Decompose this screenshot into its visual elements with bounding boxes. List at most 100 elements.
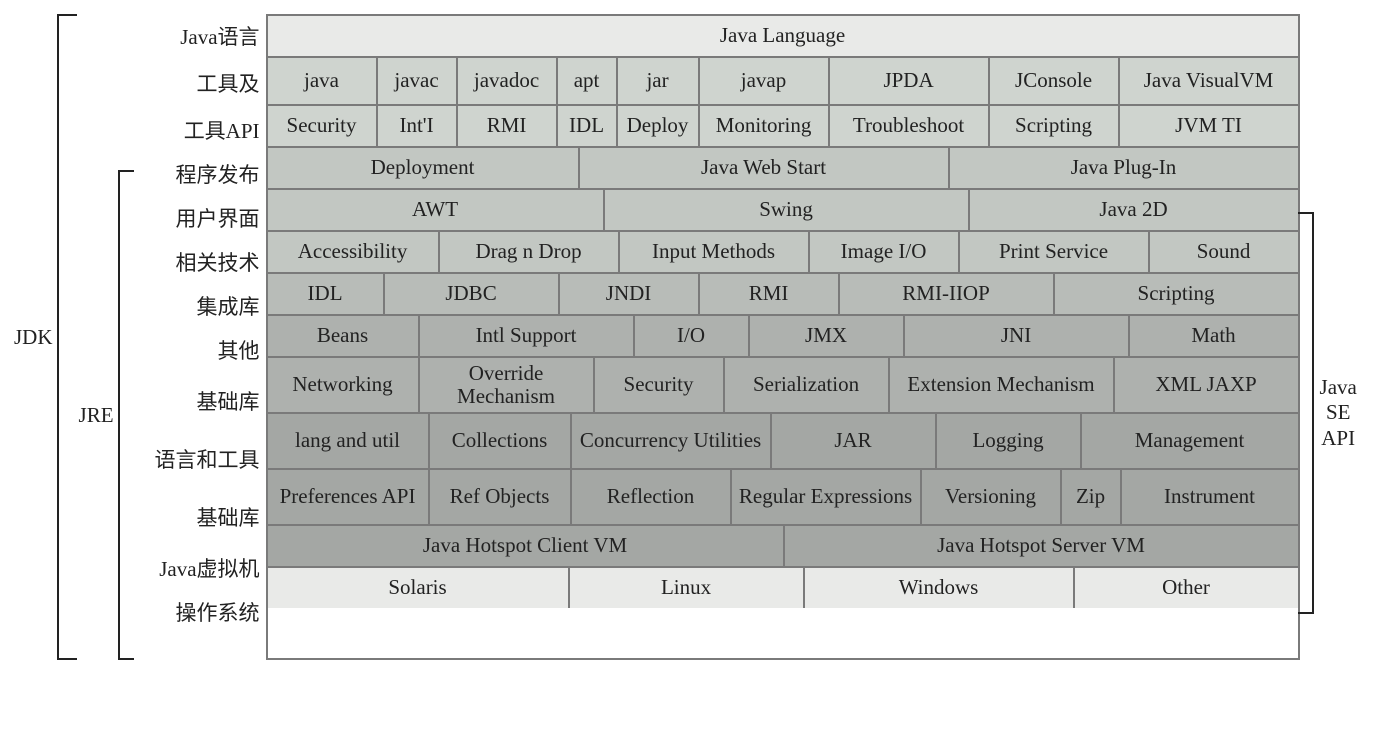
cell: Java Web Start [578, 148, 948, 188]
cell: Accessibility [268, 232, 438, 272]
cell: JConsole [988, 58, 1118, 104]
row-langtool: lang and util Collections Concurrency Ut… [268, 412, 1298, 468]
cell: IDL [556, 106, 616, 146]
cell: lang and util [268, 414, 428, 468]
diagram-grid: Java Language java javac javadoc apt jar… [266, 14, 1300, 660]
cell: Security [593, 358, 723, 412]
cell: Regular Expressions [730, 470, 920, 524]
cell: JMX [748, 316, 903, 356]
row-label-os: 操作系统 [134, 590, 260, 634]
cell: Java Plug-In [948, 148, 1298, 188]
row-label-langtool: 语言和工具 [134, 430, 260, 488]
cell: javadoc [456, 58, 556, 104]
cell: Java Hotspot Client VM [268, 526, 783, 566]
cell: JAR [770, 414, 935, 468]
row-os: Solaris Linux Windows Other [268, 566, 1298, 608]
cell: RMI-IIOP [838, 274, 1053, 314]
cell: Solaris [268, 568, 568, 608]
row-label-other: 其他 [134, 328, 260, 372]
cell: Print Service [958, 232, 1148, 272]
row-label-tools: 工具及 [134, 58, 260, 108]
row-labels-column: Java语言 工具及 工具API 程序发布 用户界面 相关技术 集成库 其他 基… [134, 14, 266, 660]
cell: JNDI [558, 274, 698, 314]
row-jvm: Java Hotspot Client VM Java Hotspot Serv… [268, 524, 1298, 566]
cell: java [268, 58, 376, 104]
cell: JPDA [828, 58, 988, 104]
cell: Java VisualVM [1118, 58, 1298, 104]
cell: Drag n Drop [438, 232, 618, 272]
cell: AWT [268, 190, 603, 230]
cell: Collections [428, 414, 570, 468]
row-label-toolsapi: 工具API [134, 108, 260, 152]
cell: IDL [268, 274, 383, 314]
row-integ: IDL JDBC JNDI RMI RMI-IIOP Scripting [268, 272, 1298, 314]
jre-bracket [118, 170, 134, 660]
row-label-deploy: 程序发布 [134, 152, 260, 196]
cell: Image I/O [808, 232, 958, 272]
jre-label: JRE [75, 170, 118, 660]
cell: Scripting [988, 106, 1118, 146]
row-label-lang: Java语言 [134, 14, 260, 58]
cell: Other [1073, 568, 1298, 608]
row-tools: java javac javadoc apt jar javap JPDA JC… [268, 56, 1298, 104]
cell: Deploy [616, 106, 698, 146]
javase-bracket [1298, 212, 1314, 614]
left-brackets: JDK [14, 14, 75, 660]
jdk-label: JDK [14, 14, 57, 660]
row-label-integ: 集成库 [134, 284, 260, 328]
row-label-reltech: 相关技术 [134, 240, 260, 284]
cell: Instrument [1120, 470, 1298, 524]
cell: Extension Mechanism [888, 358, 1113, 412]
jre-column: JRE [75, 14, 134, 660]
row-deploy: Deployment Java Web Start Java Plug-In [268, 146, 1298, 188]
jdk-bracket [57, 14, 77, 660]
cell: Serialization [723, 358, 888, 412]
cell: Intl Support [418, 316, 633, 356]
cell: Linux [568, 568, 803, 608]
cell: Security [268, 106, 376, 146]
cell: JVM TI [1118, 106, 1298, 146]
cell: Input Methods [618, 232, 808, 272]
row-other: Beans Intl Support I/O JMX JNI Math [268, 314, 1298, 356]
cell: Monitoring [698, 106, 828, 146]
cell: Preferences API [268, 470, 428, 524]
cell: Versioning [920, 470, 1060, 524]
cell: Int'I [376, 106, 456, 146]
cell: Windows [803, 568, 1073, 608]
cell: Networking [268, 358, 418, 412]
row-toolsapi: Security Int'I RMI IDL Deploy Monitoring… [268, 104, 1298, 146]
cell: JNI [903, 316, 1128, 356]
cell: jar [616, 58, 698, 104]
row-base2: Preferences API Ref Objects Reflection R… [268, 468, 1298, 524]
row-label-jvm: Java虚拟机 [134, 546, 260, 590]
cell: Math [1128, 316, 1298, 356]
row-lang: Java Language [268, 16, 1298, 56]
cell: javap [698, 58, 828, 104]
cell-java-language: Java Language [268, 16, 1298, 56]
cell: Java Hotspot Server VM [783, 526, 1298, 566]
cell: Override Mechanism [418, 358, 593, 412]
cell: RMI [456, 106, 556, 146]
row-base: Networking Override Mechanism Security S… [268, 356, 1298, 412]
cell: Scripting [1053, 274, 1298, 314]
cell: RMI [698, 274, 838, 314]
cell: I/O [633, 316, 748, 356]
cell: Sound [1148, 232, 1298, 272]
cell: Deployment [268, 148, 578, 188]
row-ui: AWT Swing Java 2D [268, 188, 1298, 230]
cell: XML JAXP [1113, 358, 1298, 412]
row-label-ui: 用户界面 [134, 196, 260, 240]
cell: javac [376, 58, 456, 104]
row-label-base2: 基础库 [134, 488, 260, 546]
cell: Troubleshoot [828, 106, 988, 146]
cell: Swing [603, 190, 968, 230]
cell: JDBC [383, 274, 558, 314]
right-bracket-column: Java SE API [1300, 14, 1370, 660]
java-architecture-diagram: JDK JRE Java语言 工具及 工具API 程序发布 用户界面 相关技术 … [14, 14, 1380, 660]
cell: Beans [268, 316, 418, 356]
cell: Logging [935, 414, 1080, 468]
cell: Management [1080, 414, 1298, 468]
cell: apt [556, 58, 616, 104]
row-reltech: Accessibility Drag n Drop Input Methods … [268, 230, 1298, 272]
cell: Zip [1060, 470, 1120, 524]
